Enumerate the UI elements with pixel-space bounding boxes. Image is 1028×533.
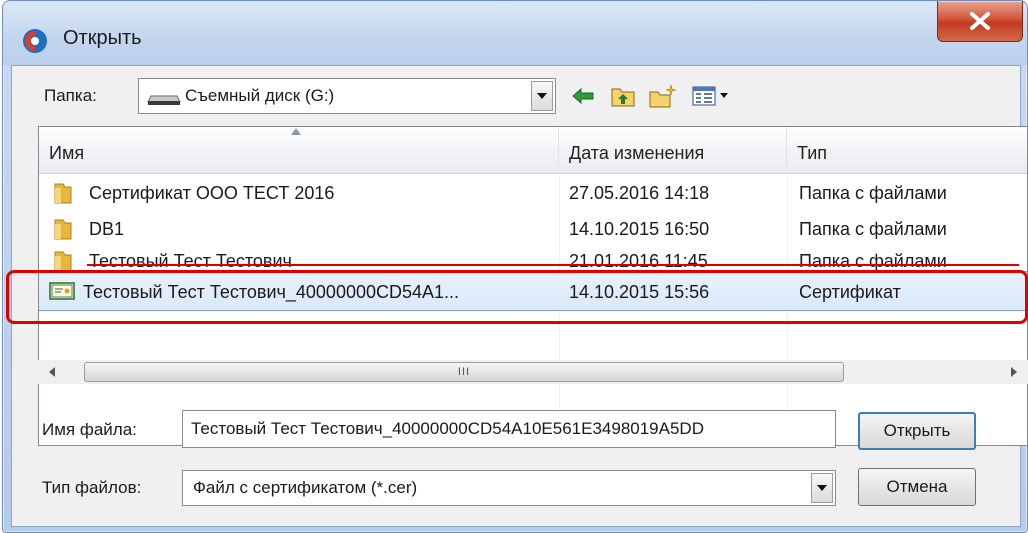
column-header-name[interactable]: Имя [39,127,559,173]
file-name: Сертификат ООО ТЕСТ 2016 [89,183,335,203]
file-type: Сертификат [799,282,901,302]
folder-dropdown-button[interactable] [531,81,553,111]
file-name: Тестовый Тест Тестович [89,251,292,271]
file-name: DB1 [89,219,125,239]
file-list[interactable]: Имя Дата изменения Тип Сертификат ООО ТЕ… [38,126,1028,446]
filetype-combobox[interactable]: Файл с сертификатом (*.cer) [182,470,836,506]
list-item[interactable]: Тестовый Тест Тестович 21.01.2016 11:45 … [39,243,1027,271]
list-item-selected[interactable]: Тестовый Тест Тестович_40000000CD54A1...… [39,271,1027,311]
filename-input[interactable]: Тестовый Тест Тестович_40000000CD54A10E5… [182,410,836,448]
file-date: 27.05.2016 14:18 [569,183,710,203]
file-date: 21.01.2016 11:45 [569,251,708,271]
open-file-dialog: Открыть Папка: Съемный диск (G:) Имя Дат… [2,0,1028,533]
folder-icon [54,183,72,204]
column-header-name-label: Имя [49,143,85,163]
folder-combobox[interactable]: Съемный диск (G:) [138,78,556,114]
list-item[interactable]: DB1 14.10.2015 16:50 Папка с файлами [39,211,1027,247]
scroll-right-button[interactable] [1006,364,1022,380]
certificate-icon [49,282,75,300]
view-menu-button[interactable] [688,81,734,111]
filename-input-value: Тестовый Тест Тестович_40000000CD54A10E5… [191,419,704,438]
file-date: 14.10.2015 16:50 [569,219,710,239]
window-title: Открыть [63,27,142,49]
removable-drive-icon [147,95,181,105]
file-date: 14.10.2015 15:56 [569,282,710,302]
chevron-down-icon [537,93,547,99]
chevron-right-icon [1011,367,1017,377]
column-header-type-label: Тип [797,143,828,163]
folder-icon [54,251,72,271]
dialog-body: Папка: Съемный диск (G:) Имя Дата измене… [11,65,1028,527]
horizontal-scrollbar[interactable]: III [38,360,1028,384]
folder-up-icon [611,88,635,107]
list-header: Имя Дата изменения Тип [39,127,1027,174]
chevron-down-icon [817,485,827,491]
new-folder-button[interactable] [646,81,680,111]
cancel-button[interactable]: Отмена [858,468,976,506]
view-menu-icon [692,86,728,106]
folder-icon [54,219,72,240]
close-icon [970,12,990,30]
column-header-date-label: Дата изменения [569,143,705,163]
sort-ascending-icon [291,128,301,135]
chevron-left-icon [49,367,55,377]
app-logo-icon [23,29,47,53]
scroll-left-button[interactable] [44,364,60,380]
filename-label: Имя файла: [42,420,137,439]
title-bar[interactable]: Открыть [3,1,1027,65]
filetype-label: Тип файлов: [42,478,142,497]
file-type: Папка с файлами [799,183,947,203]
back-arrow-icon [572,87,594,105]
folder-combobox-value: Съемный диск (G:) [185,86,335,105]
folder-label: Папка: [44,86,97,105]
file-name: Тестовый Тест Тестович_40000000CD54A1... [83,282,460,302]
new-folder-icon [649,84,677,108]
open-button[interactable]: Открыть [858,412,976,450]
file-type: Папка с файлами [799,219,947,239]
back-button[interactable] [568,81,598,111]
filetype-combobox-value: Файл с сертификатом (*.cer) [193,478,418,497]
strikethrough-mark [87,264,1019,266]
close-button[interactable] [937,1,1023,42]
list-item[interactable]: Сертификат ООО ТЕСТ 2016 27.05.2016 14:1… [39,175,1027,211]
column-header-type[interactable]: Тип [787,127,1027,173]
scrollbar-thumb[interactable]: III [84,362,844,382]
up-one-level-button[interactable] [608,81,638,111]
scrollbar-grip: III [457,366,471,378]
filetype-dropdown-button[interactable] [811,473,833,503]
file-type: Папка с файлами [799,251,947,271]
column-header-date[interactable]: Дата изменения [559,127,787,173]
